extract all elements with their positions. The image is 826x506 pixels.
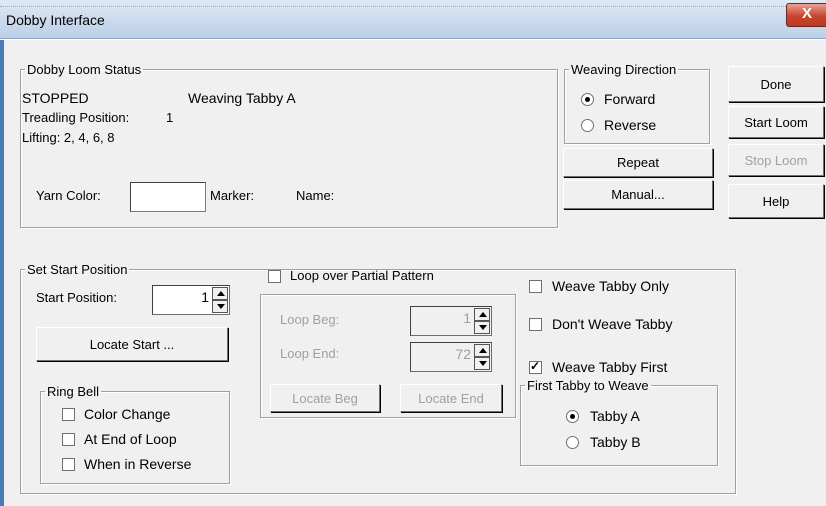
- dont-weave-tabby-checkbox[interactable]: [529, 318, 542, 331]
- spin-up-icon[interactable]: [474, 308, 490, 321]
- color-change-label[interactable]: Color Change: [84, 406, 170, 422]
- when-in-reverse-label[interactable]: When in Reverse: [84, 456, 191, 472]
- close-button[interactable]: X: [786, 3, 826, 27]
- weave-tabby-only-checkbox[interactable]: [529, 280, 542, 293]
- loop-end-spinner[interactable]: 72: [410, 342, 492, 372]
- start-position-label: Start Position:: [36, 290, 117, 305]
- lifting-text: Lifting: 2, 4, 6, 8: [22, 130, 115, 145]
- start-position-spinner[interactable]: 1: [152, 285, 230, 315]
- locate-beg-button[interactable]: Locate Beg: [270, 384, 380, 412]
- color-change-checkbox[interactable]: [62, 408, 75, 421]
- done-button[interactable]: Done: [728, 66, 824, 102]
- spin-up-icon[interactable]: [474, 344, 490, 357]
- dont-weave-tabby-label[interactable]: Don't Weave Tabby: [552, 316, 672, 332]
- tabby-b-label[interactable]: Tabby B: [590, 434, 641, 450]
- loom-state-text: STOPPED: [22, 90, 89, 106]
- end-of-loop-label[interactable]: At End of Loop: [84, 431, 177, 447]
- loop-beg-spinner[interactable]: 1: [410, 306, 492, 336]
- loom-status-group: Dobby Loom Status: [20, 62, 558, 228]
- ring-bell-legend: Ring Bell: [47, 384, 100, 399]
- weaving-direction-legend: Weaving Direction: [571, 62, 677, 77]
- spin-down-icon[interactable]: [474, 321, 490, 334]
- reverse-radio[interactable]: [581, 119, 594, 132]
- forward-radio[interactable]: [581, 93, 594, 106]
- forward-label[interactable]: Forward: [604, 91, 655, 107]
- yarn-color-label: Yarn Color:: [36, 188, 101, 203]
- weave-tabby-first-label[interactable]: Weave Tabby First: [552, 359, 667, 375]
- repeat-button[interactable]: Repeat: [563, 148, 713, 177]
- weaving-text: Weaving Tabby A: [188, 90, 296, 106]
- locate-end-button[interactable]: Locate End: [400, 384, 502, 412]
- start-position-value: 1: [201, 289, 209, 305]
- yarn-color-swatch: [130, 182, 206, 212]
- title-bar[interactable]: [0, 0, 826, 39]
- weave-tabby-only-label[interactable]: Weave Tabby Only: [552, 278, 669, 294]
- marker-label: Marker:: [210, 188, 255, 203]
- tabby-b-radio[interactable]: [566, 436, 579, 449]
- name-label: Name:: [296, 188, 335, 203]
- start-loom-button[interactable]: Start Loom: [728, 106, 824, 138]
- start-position-legend: Set Start Position: [27, 262, 128, 277]
- ruler-strip: [0, 0, 826, 7]
- locate-start-button[interactable]: Locate Start ...: [36, 327, 228, 361]
- treadling-label: Treadling Position:: [22, 110, 130, 125]
- loom-status-legend: Dobby Loom Status: [27, 62, 142, 77]
- loop-end-value: 72: [455, 346, 471, 362]
- loop-beg-label: Loop Beg:: [280, 312, 340, 327]
- close-icon: X: [801, 5, 812, 22]
- stop-loom-button[interactable]: Stop Loom: [728, 144, 824, 176]
- loop-partial-checkbox[interactable]: [268, 270, 281, 283]
- tabby-a-label[interactable]: Tabby A: [590, 408, 640, 424]
- loop-beg-value: 1: [463, 310, 471, 326]
- manual-button[interactable]: Manual...: [563, 180, 713, 209]
- when-in-reverse-checkbox[interactable]: [62, 458, 75, 471]
- loop-end-label: Loop End:: [280, 346, 340, 361]
- treadling-value: 1: [166, 110, 174, 125]
- window-title: Dobby Interface: [6, 12, 105, 28]
- tabby-a-radio[interactable]: [566, 410, 579, 423]
- spin-down-icon[interactable]: [212, 300, 228, 313]
- spin-up-icon[interactable]: [212, 287, 228, 300]
- loop-partial-label[interactable]: Loop over Partial Pattern: [290, 268, 434, 283]
- spin-down-icon[interactable]: [474, 357, 490, 370]
- help-button[interactable]: Help: [728, 184, 824, 218]
- first-tabby-legend: First Tabby to Weave: [527, 378, 649, 393]
- end-of-loop-checkbox[interactable]: [62, 433, 75, 446]
- reverse-label[interactable]: Reverse: [604, 117, 656, 133]
- weave-tabby-first-checkbox[interactable]: [529, 359, 542, 374]
